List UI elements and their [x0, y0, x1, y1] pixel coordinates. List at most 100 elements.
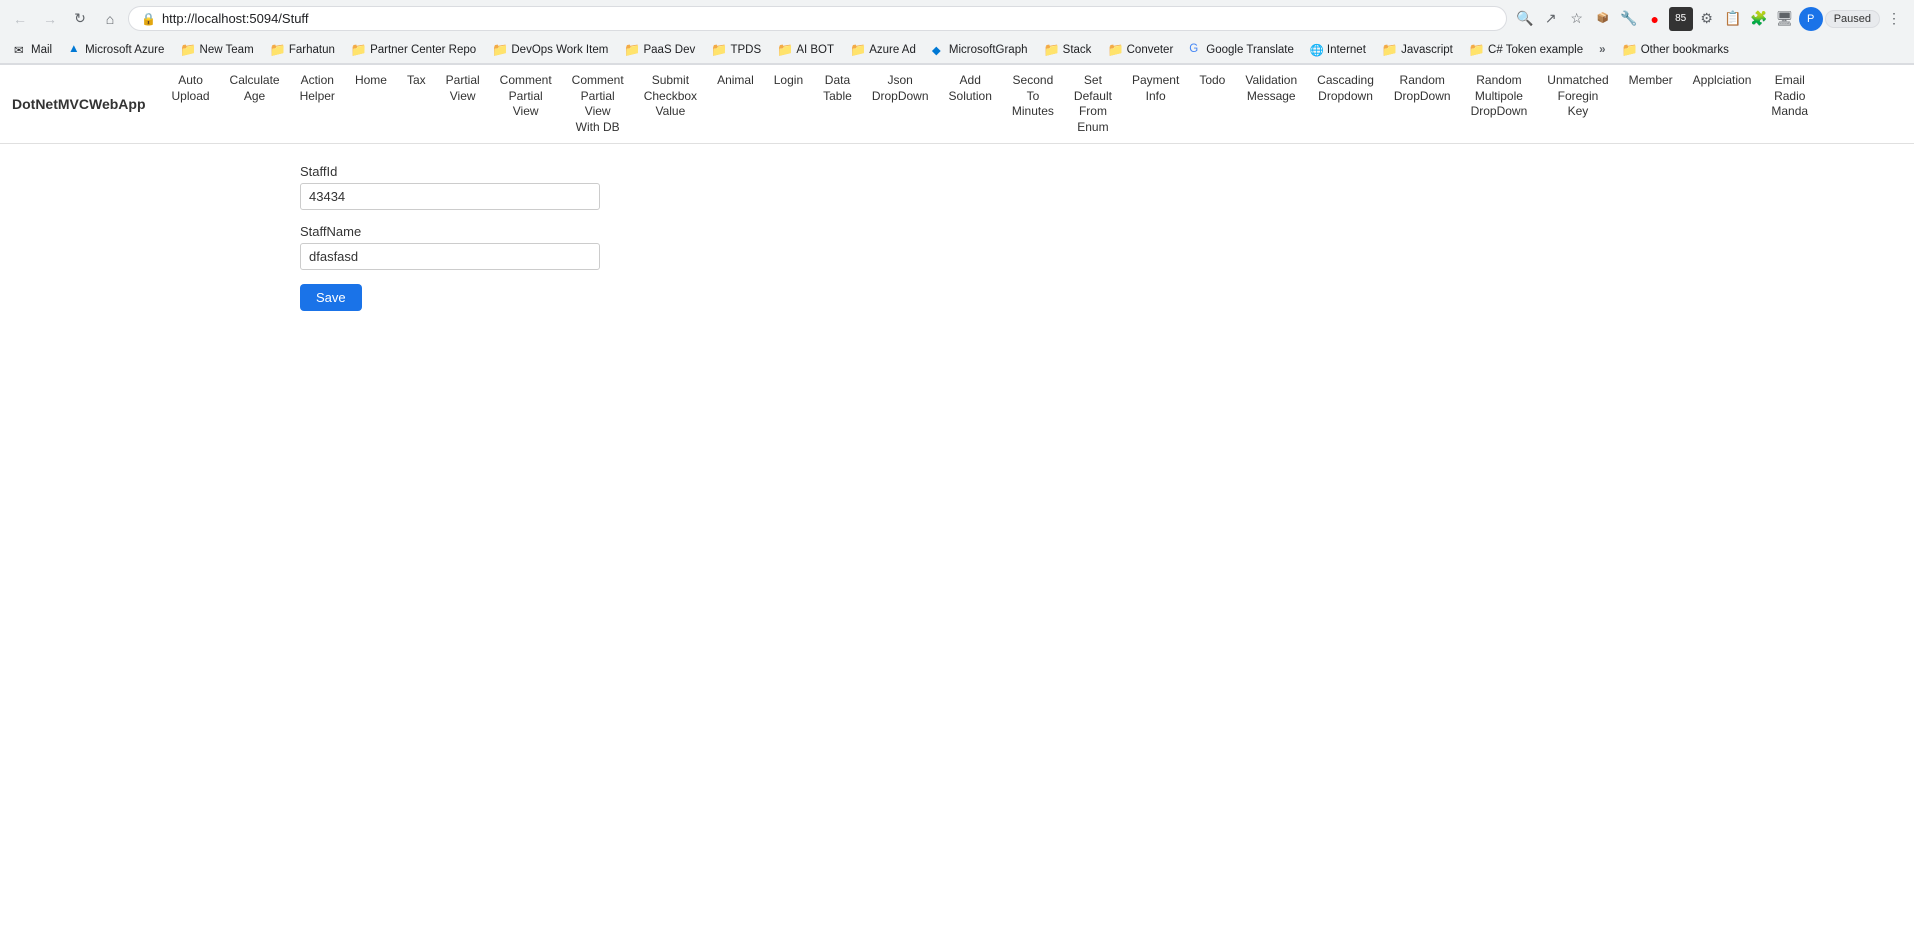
globe-icon: 🌐 — [1310, 43, 1324, 57]
back-button[interactable]: ← — [8, 7, 32, 31]
nav-json-dropdown[interactable]: JsonDropDown — [862, 65, 939, 112]
lastpass-btn[interactable]: ● — [1643, 7, 1667, 31]
folder-icon-9: 📁 — [1043, 42, 1059, 58]
bookmark-internet-label: Internet — [1327, 44, 1366, 56]
bookmark-ai-bot-label: AI BOT — [796, 44, 834, 56]
staffid-group: StaffId — [300, 164, 1614, 210]
more-bookmarks-btn[interactable]: » — [1593, 42, 1611, 58]
folder-icon-7: 📁 — [777, 42, 793, 58]
nav-validation-message[interactable]: ValidationMessage — [1235, 65, 1307, 112]
url-text: http://localhost:5094/Stuff — [162, 11, 1494, 26]
bookmark-other-label: Other bookmarks — [1641, 44, 1729, 56]
bookmark-stack[interactable]: 📁 Stack — [1037, 40, 1097, 60]
bookmark-azure[interactable]: ▲ Microsoft Azure — [62, 41, 170, 59]
bookmark-devops[interactable]: 📁 DevOps Work Item — [486, 40, 614, 60]
bookmark-other[interactable]: 📁 Other bookmarks — [1616, 40, 1735, 60]
folder-icon-5: 📁 — [624, 42, 640, 58]
forward-button[interactable]: → — [38, 7, 62, 31]
nav-second-to-minutes[interactable]: SecondToMinutes — [1002, 65, 1064, 128]
bookmark-devops-label: DevOps Work Item — [511, 44, 608, 56]
bookmark-ai-bot[interactable]: 📁 AI BOT — [771, 40, 840, 60]
staffid-input[interactable] — [300, 183, 600, 210]
home-button[interactable]: ⌂ — [98, 7, 122, 31]
extensions-btn[interactable]: 🧩 — [1747, 7, 1771, 31]
bookmark-button[interactable]: ☆ — [1565, 7, 1589, 31]
folder-icon-3: 📁 — [351, 42, 367, 58]
mail-icon: ✉ — [14, 43, 28, 57]
navbar: DotNetMVCWebApp AutoUpload CalculateAge … — [0, 65, 1914, 144]
nav-email-radio[interactable]: EmailRadioManda — [1761, 65, 1818, 128]
paused-label: Paused — [1834, 13, 1871, 25]
bookmark-csharp-token-label: C# Token example — [1488, 44, 1583, 56]
folder-icon-other: 📁 — [1622, 42, 1638, 58]
bookmark-azure-ad[interactable]: 📁 Azure Ad — [844, 40, 922, 60]
bookmark-google-translate[interactable]: G Google Translate — [1183, 41, 1300, 59]
bookmark-csharp-token[interactable]: 📁 C# Token example — [1463, 40, 1589, 60]
bookmark-tpds[interactable]: 📁 TPDS — [705, 40, 767, 60]
bookmark-conveter[interactable]: 📁 Conveter — [1101, 40, 1179, 60]
extension-btn-4[interactable]: ⚙ — [1695, 7, 1719, 31]
bookmark-mail[interactable]: ✉ Mail — [8, 41, 58, 59]
nav-partial-view[interactable]: PartialView — [436, 65, 490, 112]
save-button[interactable]: Save — [300, 284, 362, 311]
folder-icon-11: 📁 — [1382, 42, 1398, 58]
nav-unmatched-foreign[interactable]: UnmatchedForeginKey — [1537, 65, 1618, 128]
window-btn[interactable]: 🖥 — [1773, 7, 1797, 31]
bookmarks-bar: ✉ Mail ▲ Microsoft Azure 📁 New Team 📁 Fa… — [0, 37, 1914, 64]
folder-icon-10: 📁 — [1107, 42, 1123, 58]
bookmark-partner-center[interactable]: 📁 Partner Center Repo — [345, 40, 482, 60]
bookmark-msgraph[interactable]: ◆ MicrosoftGraph — [926, 41, 1034, 59]
extension-btn-3[interactable]: 85 — [1669, 7, 1693, 31]
nav-tax[interactable]: Tax — [397, 65, 436, 97]
nav-random-dropdown[interactable]: RandomDropDown — [1384, 65, 1461, 112]
nav-animal[interactable]: Animal — [707, 65, 764, 97]
nav-login[interactable]: Login — [764, 65, 813, 97]
bookmark-stack-label: Stack — [1063, 44, 1092, 56]
nav-todo[interactable]: Todo — [1189, 65, 1235, 97]
nav-random-multipole[interactable]: RandomMultipoleDropDown — [1461, 65, 1538, 128]
nav-brand[interactable]: DotNetMVCWebApp — [12, 86, 162, 122]
bookmark-farhatun[interactable]: 📁 Farhatun — [264, 40, 341, 60]
bookmark-new-team[interactable]: 📁 New Team — [174, 40, 259, 60]
nav-add-solution[interactable]: AddSolution — [939, 65, 1002, 112]
paused-badge[interactable]: Paused — [1825, 10, 1880, 28]
nav-comment-partial-db[interactable]: CommentPartialViewWith DB — [562, 65, 634, 143]
refresh-button[interactable]: ↻ — [68, 7, 92, 31]
nav-auto-upload[interactable]: AutoUpload — [162, 65, 220, 112]
bookmark-new-team-label: New Team — [200, 44, 254, 56]
nav-submit-checkbox[interactable]: SubmitCheckboxValue — [634, 65, 707, 128]
extension-btn-2[interactable]: 🔧 — [1617, 7, 1641, 31]
nav-calculate-age[interactable]: CalculateAge — [220, 65, 290, 112]
nav-data-table[interactable]: DataTable — [813, 65, 862, 112]
nav-member[interactable]: Member — [1619, 65, 1683, 97]
bookmark-paas[interactable]: 📁 PaaS Dev — [618, 40, 701, 60]
bookmark-javascript[interactable]: 📁 Javascript — [1376, 40, 1459, 60]
share-button[interactable]: ↗ — [1539, 7, 1563, 31]
staffname-label: StaffName — [300, 224, 1614, 239]
nav-set-default-enum[interactable]: SetDefaultFromEnum — [1064, 65, 1122, 143]
folder-icon-2: 📁 — [270, 42, 286, 58]
nav-comment-partial[interactable]: CommentPartialView — [490, 65, 562, 128]
extension-btn-5[interactable]: 📋 — [1721, 7, 1745, 31]
nav-application[interactable]: Applciation — [1683, 65, 1762, 97]
nav-action-helper[interactable]: ActionHelper — [290, 65, 345, 112]
staffname-input[interactable] — [300, 243, 600, 270]
staffname-group: StaffName — [300, 224, 1614, 270]
bookmark-partner-center-label: Partner Center Repo — [370, 44, 476, 56]
folder-icon-1: 📁 — [180, 42, 196, 58]
browser-toolbar: ← → ↻ ⌂ 🔒 http://localhost:5094/Stuff 🔍 … — [0, 0, 1914, 37]
bookmark-javascript-label: Javascript — [1401, 44, 1453, 56]
nav-cascading-dropdown[interactable]: CascadingDropdown — [1307, 65, 1384, 112]
address-bar[interactable]: 🔒 http://localhost:5094/Stuff — [128, 6, 1507, 31]
menu-button[interactable]: ⋮ — [1882, 7, 1906, 31]
profile-avatar[interactable]: P — [1799, 7, 1823, 31]
msgraph-icon: ◆ — [932, 43, 946, 57]
nav-payment-info[interactable]: PaymentInfo — [1122, 65, 1189, 112]
nav-home[interactable]: Home — [345, 65, 397, 97]
bookmark-internet[interactable]: 🌐 Internet — [1304, 41, 1372, 59]
azure-icon: ▲ — [68, 43, 82, 57]
translate-icon: G — [1189, 43, 1203, 57]
bookmark-tpds-label: TPDS — [730, 44, 761, 56]
extension-btn-1[interactable]: 📦 — [1591, 7, 1615, 31]
search-button[interactable]: 🔍 — [1513, 7, 1537, 31]
